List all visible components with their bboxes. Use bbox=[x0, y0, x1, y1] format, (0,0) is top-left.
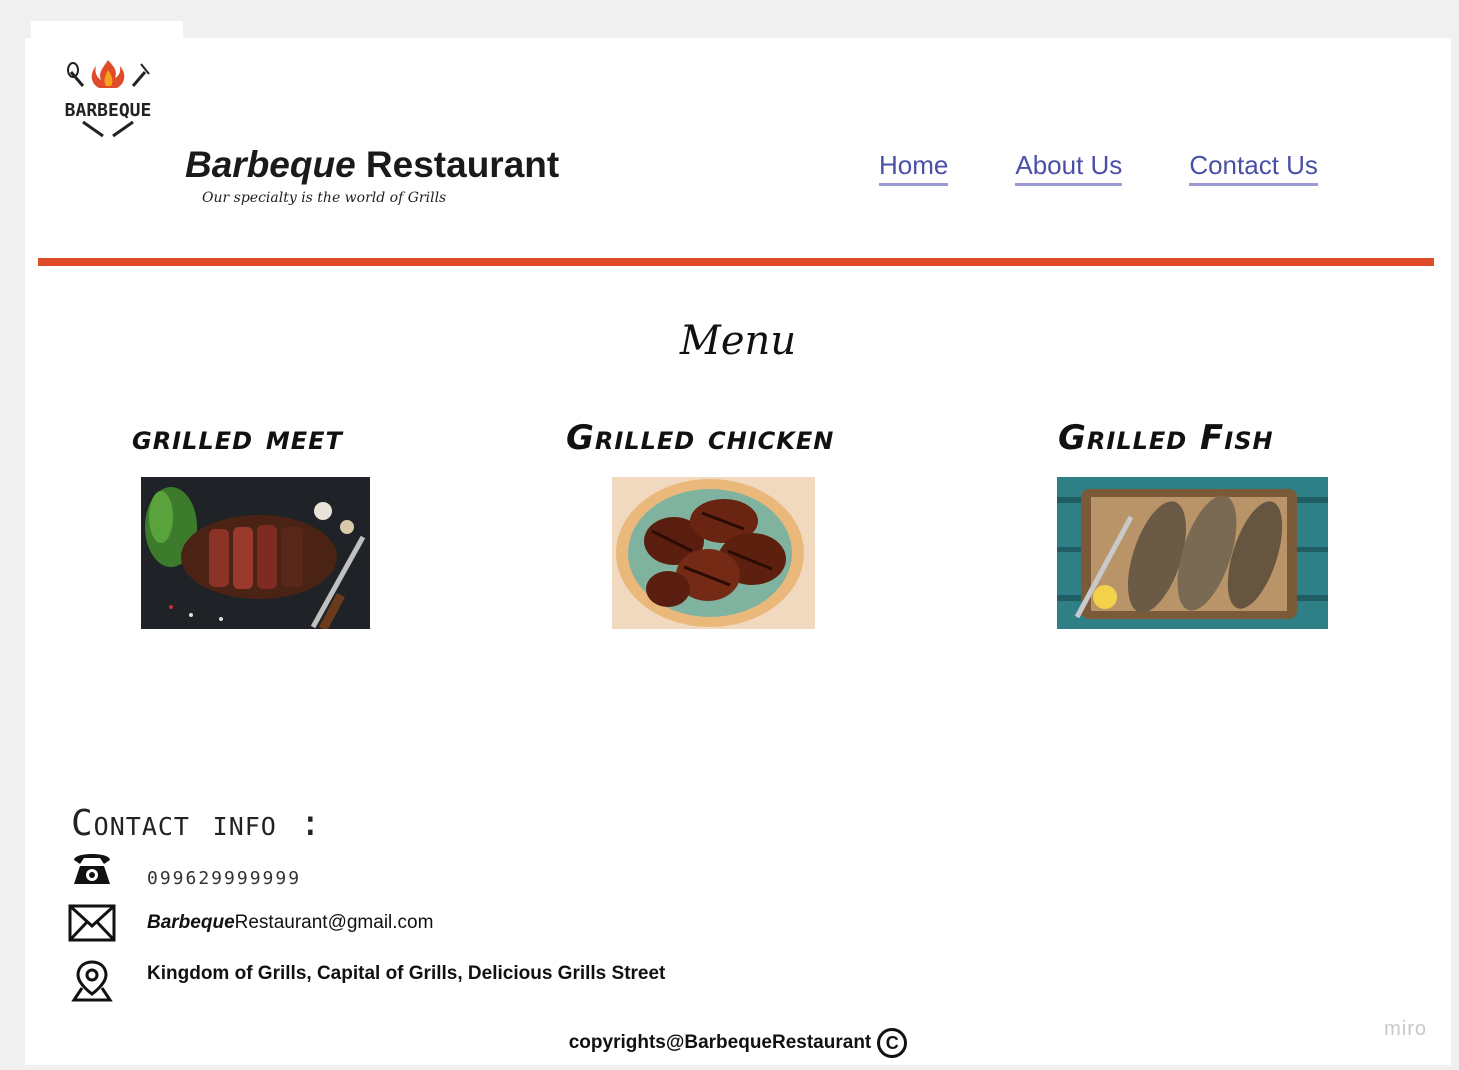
contact-phone: 099629999999 bbox=[147, 868, 302, 889]
brand-tagline: Our specialty is the world of Grills bbox=[202, 190, 447, 206]
grilled-chicken-image bbox=[612, 477, 815, 629]
brand-title-rest: Restaurant bbox=[355, 144, 560, 185]
grilled-fish-image bbox=[1057, 477, 1328, 629]
contact-email-italic: Barbeque bbox=[147, 912, 235, 933]
email-icon bbox=[68, 902, 116, 946]
nav-link-about-us[interactable]: About Us bbox=[1015, 150, 1123, 186]
contact-address: Kingdom of Grills, Capital of Grills, De… bbox=[147, 963, 666, 984]
svg-text:BARBEQUE: BARBEQUE bbox=[65, 100, 151, 121]
location-pin-icon bbox=[68, 958, 116, 1002]
contact-email-rest: Restaurant@gmail.com bbox=[234, 912, 434, 933]
phone-icon bbox=[68, 846, 116, 890]
copyright-icon: C bbox=[877, 1028, 908, 1058]
footer-copyright-text: copyrights@BarbequeRestaurant bbox=[568, 1032, 872, 1054]
footer-copyright: copyrights@BarbequeRestaurant C bbox=[25, 1028, 1451, 1058]
page-canvas: BARBEQUE Barbeque Restaurant Our special… bbox=[25, 38, 1451, 1065]
brand-title-italic: Barbeque bbox=[185, 144, 356, 185]
main-nav: Home About Us Contact Us bbox=[879, 150, 1318, 186]
dish-title-grilled-meat: grilled meet bbox=[132, 418, 343, 458]
menu-title: Menu bbox=[679, 318, 797, 364]
dish-title-grilled-fish: Grilled Fish bbox=[1058, 418, 1274, 458]
contact-email[interactable]: BarbequeRestaurant@gmail.com bbox=[147, 912, 433, 934]
brand-title: Barbeque Restaurant bbox=[185, 144, 559, 186]
contact-heading: Contact info : bbox=[71, 803, 323, 844]
nav-link-contact-us[interactable]: Contact Us bbox=[1189, 150, 1318, 186]
nav-link-home[interactable]: Home bbox=[879, 150, 949, 186]
grilled-steak-image bbox=[141, 477, 370, 629]
miro-watermark: miro bbox=[1384, 1018, 1427, 1040]
dish-title-grilled-chicken: Grilled chicken bbox=[566, 418, 835, 458]
header-divider bbox=[38, 258, 1434, 266]
barbeque-logo: BARBEQUE bbox=[65, 56, 151, 138]
